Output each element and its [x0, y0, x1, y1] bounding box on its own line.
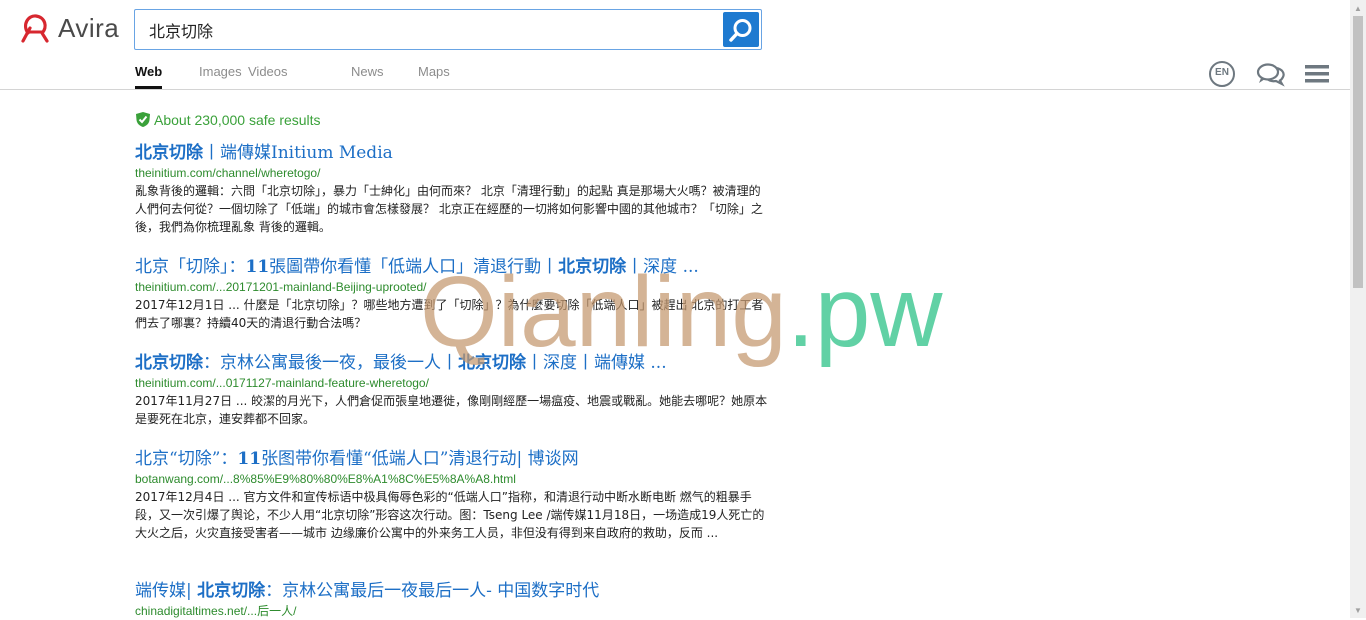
result-url[interactable]: theinitium.com/...0171127-mainland-featu… — [135, 374, 775, 392]
search-button[interactable] — [723, 12, 759, 47]
result-title-part: 北京切除 — [458, 353, 526, 373]
result-title-part: 丨端傳媒Initium Media — [203, 143, 393, 163]
result-title-part: 北京“切除”： — [135, 449, 238, 469]
result-title-part: 端传媒| — [135, 581, 198, 601]
result-title-part: ：京林公寓最后一夜最后一人- 中国数字时代 — [265, 581, 600, 601]
search-result: 北京切除丨端傳媒Initium Media theinitium.com/cha… — [135, 142, 775, 236]
watermark-part2: .pw — [786, 256, 943, 368]
search-result: 北京“切除”：11张图带你看懂“低端人口”清退行动| 博谈网 botanwang… — [135, 448, 775, 542]
result-title-part: 張圖帶你看懂「低端人口」清退行動丨 — [269, 257, 559, 277]
hamburger-menu-icon — [1305, 65, 1329, 83]
tab-maps[interactable]: Maps — [418, 64, 450, 79]
result-url[interactable]: theinitium.com/...20171201-mainland-Beij… — [135, 278, 775, 296]
scrollbar-thumb[interactable] — [1353, 16, 1363, 288]
chat-bubbles-icon — [1256, 63, 1285, 87]
search-box — [134, 9, 762, 50]
search-icon — [729, 18, 752, 42]
result-title-part: 北京「切除」： — [135, 257, 246, 277]
result-title-part: 北京切除 — [135, 143, 203, 163]
search-result: 北京「切除」：11張圖帶你看懂「低端人口」清退行動丨北京切除丨深度 ... th… — [135, 256, 775, 332]
header-divider — [0, 89, 1350, 90]
result-title-link[interactable]: 北京「切除」：11張圖帶你看懂「低端人口」清退行動丨北京切除丨深度 ... — [135, 256, 775, 278]
result-snippet: 2017年12月4日 ... 官方文件和宣传标语中极具侮辱色彩的“低端人口”指称… — [135, 490, 765, 540]
search-input[interactable] — [149, 10, 719, 49]
avira-logo[interactable]: Avira — [18, 10, 119, 46]
tab-videos[interactable]: Videos — [248, 64, 288, 79]
results-count-text: About 230,000 safe results — [154, 111, 321, 128]
brand-name: Avira — [58, 12, 120, 43]
search-result: 端传媒| 北京切除：京林公寓最后一夜最后一人- 中国数字时代 chinadigi… — [135, 580, 775, 620]
result-title-part: 北京切除 — [197, 581, 266, 601]
result-title-link[interactable]: 端传媒| 北京切除：京林公寓最后一夜最后一人- 中国数字时代 — [135, 580, 775, 602]
result-title-part: 丨深度 ... — [626, 257, 699, 277]
tab-news[interactable]: News — [351, 64, 384, 79]
search-result: 北京切除：京林公寓最後一夜，最後一人丨北京切除丨深度丨端傳媒 ... thein… — [135, 352, 775, 428]
avira-umbrella-icon — [21, 14, 49, 43]
result-title-part: 北京切除 — [558, 257, 627, 277]
result-title-part: 11 — [237, 449, 262, 469]
result-title-link[interactable]: 北京切除：京林公寓最後一夜，最後一人丨北京切除丨深度丨端傳媒 ... — [135, 352, 775, 374]
result-url[interactable]: chinadigitaltimes.net/...后一人/ — [135, 602, 775, 620]
result-title-part: 张图带你看懂“低端人口”清退行动| 博谈网 — [261, 449, 579, 469]
result-snippet: 2017年12月1日 ... 什麼是「北京切除」？哪些地方遭到了「切除」？為什麼… — [135, 298, 764, 330]
language-label: EN — [1215, 67, 1229, 78]
result-title-part: 11 — [245, 257, 270, 277]
results-count: About 230,000 safe results — [135, 111, 321, 128]
menu-button[interactable] — [1304, 63, 1330, 90]
tab-images[interactable]: Images — [199, 64, 242, 79]
result-url[interactable]: botanwang.com/...8%85%E9%80%80%E8%A1%8C%… — [135, 470, 775, 488]
result-title-link[interactable]: 北京“切除”：11张图带你看懂“低端人口”清退行动| 博谈网 — [135, 448, 775, 470]
result-title-part: 北京切除 — [135, 353, 203, 373]
result-title-part: ：京林公寓最後一夜，最後一人丨 — [203, 353, 458, 373]
result-title-link[interactable]: 北京切除丨端傳媒Initium Media — [135, 142, 775, 164]
result-url[interactable]: theinitium.com/channel/wheretogo/ — [135, 164, 775, 182]
result-title-part: 丨深度丨端傳媒 ... — [526, 353, 667, 373]
scroll-up-arrow-icon[interactable]: ▲ — [1350, 0, 1366, 16]
scroll-down-arrow-icon[interactable]: ▼ — [1350, 602, 1366, 618]
shield-check-icon — [136, 112, 150, 127]
result-snippet: 亂象背後的邏輯：六問「北京切除」，暴力「士紳化」由何而來？ 北京「清理行動」的起… — [135, 184, 763, 234]
page-scrollbar[interactable]: ▲ ▼ — [1350, 0, 1366, 618]
tab-web[interactable]: Web — [135, 64, 163, 90]
result-snippet: 2017年11月27日 ... 皎潔的月光下，人們倉促而張皇地遷徙，像剛剛經歷一… — [135, 394, 768, 426]
